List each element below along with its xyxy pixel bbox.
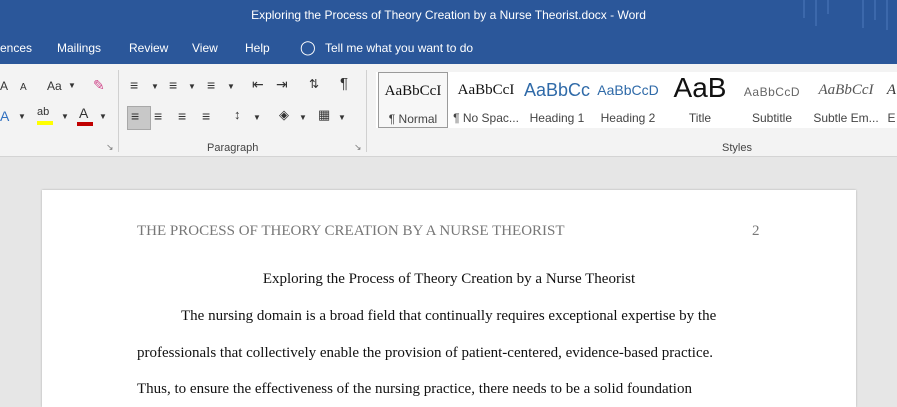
menu-bar: ences Mailings Review View Help ◯ Tell m… <box>0 32 897 64</box>
tab-mailings[interactable]: Mailings <box>57 41 101 55</box>
ribbon-separator <box>366 70 367 152</box>
chevron-down-icon[interactable]: ▼ <box>253 111 261 125</box>
body-line[interactable]: professionals that collectively enable t… <box>137 345 713 362</box>
style-title[interactable]: AaB Title <box>666 72 734 128</box>
style-name: E <box>887 111 896 125</box>
tab-help[interactable]: Help <box>245 41 270 55</box>
justify-icon[interactable]: ≡ <box>202 109 210 123</box>
style-name: Title <box>688 111 712 125</box>
style-sample: AaBbCcI <box>384 83 442 99</box>
title-bar-decoration <box>803 0 805 18</box>
font-color-swatch <box>77 122 93 126</box>
bullets-icon[interactable]: ≡ <box>130 78 138 92</box>
running-head[interactable]: THE PROCESS OF THEORY CREATION BY A NURS… <box>137 223 565 240</box>
style-name: ¶ No Spac... <box>453 111 519 125</box>
style-name: Subtle Em... <box>813 111 879 125</box>
line-spacing-icon[interactable]: ↕ <box>234 108 241 122</box>
style-sample: AaB <box>673 72 727 103</box>
page-number[interactable]: 2 <box>752 223 760 240</box>
tab-references[interactable]: ences <box>0 41 32 55</box>
tab-view[interactable]: View <box>192 41 218 55</box>
highlight-color-swatch <box>37 121 53 125</box>
chevron-down-icon[interactable]: ▼ <box>61 110 69 124</box>
document-page[interactable]: THE PROCESS OF THEORY CREATION BY A NURS… <box>42 190 856 407</box>
paragraph-dialog-launcher-icon[interactable]: ↘ <box>354 142 362 153</box>
shading-icon[interactable]: ◈ <box>279 108 289 122</box>
chevron-down-icon[interactable]: ▼ <box>99 110 107 124</box>
highlight-icon[interactable]: ab <box>37 105 49 119</box>
chevron-down-icon[interactable]: ▼ <box>68 79 76 93</box>
chevron-down-icon[interactable]: ▼ <box>151 80 159 94</box>
styles-group-label: Styles <box>722 142 752 154</box>
decrease-indent-icon[interactable]: ⇤ <box>252 77 264 91</box>
window-title: Exploring the Process of Theory Creation… <box>251 8 646 22</box>
tell-me-search[interactable]: Tell me what you want to do <box>325 41 473 55</box>
align-left-icon[interactable]: ≡ <box>131 109 139 123</box>
document-title[interactable]: Exploring the Process of Theory Creation… <box>42 271 856 288</box>
text-effects-icon[interactable]: A <box>0 109 9 123</box>
styles-gallery: AaBbCcI ¶ Normal AaBbCcI ¶ No Spac... Aa… <box>376 72 897 128</box>
title-bar: Exploring the Process of Theory Creation… <box>0 0 897 32</box>
style-heading-2[interactable]: AaBbCcD Heading 2 <box>595 72 661 128</box>
chevron-down-icon[interactable]: ▼ <box>18 110 26 124</box>
style-name: Subtitle <box>751 111 793 125</box>
clear-formatting-icon[interactable]: ✎ <box>93 78 105 92</box>
style-no-spacing[interactable]: AaBbCcI ¶ No Spac... <box>451 72 521 128</box>
sort-icon[interactable]: ⇅ <box>309 77 319 91</box>
multilevel-list-icon[interactable]: ≡ <box>207 78 215 92</box>
style-subtle-emphasis[interactable]: AaBbCcI Subtle Em... <box>810 72 882 128</box>
font-dialog-launcher-icon[interactable]: ↘ <box>106 142 114 153</box>
title-bar-decoration <box>886 0 888 30</box>
align-right-icon[interactable]: ≡ <box>178 109 186 123</box>
numbering-icon[interactable]: ≡ <box>169 78 177 92</box>
style-sample: A <box>886 82 897 98</box>
style-name: Heading 1 <box>529 111 585 125</box>
style-name: ¶ Normal <box>388 112 438 126</box>
style-sample: AaBbCcI <box>818 82 874 98</box>
style-sample: AaBbCcI <box>457 82 515 98</box>
chevron-down-icon[interactable]: ▼ <box>188 80 196 94</box>
increase-font-icon[interactable]: A <box>0 79 8 93</box>
borders-icon[interactable]: ▦ <box>318 108 330 122</box>
font-color-icon[interactable]: A <box>79 106 88 120</box>
show-formatting-marks-icon[interactable]: ¶ <box>340 76 348 91</box>
style-sample: AaBbCcD <box>597 82 659 98</box>
paragraph-group-label: Paragraph <box>207 142 259 154</box>
style-sample: AaBbCc <box>524 80 590 100</box>
body-line[interactable]: The nursing domain is a broad field that… <box>181 308 716 325</box>
title-bar-decoration <box>874 0 876 20</box>
title-bar-decoration <box>827 0 829 14</box>
tab-review[interactable]: Review <box>129 41 168 55</box>
align-center-icon[interactable]: ≡ <box>154 109 162 123</box>
style-subtitle[interactable]: AaBbCcD Subtitle <box>738 72 806 128</box>
body-line[interactable]: Thus, to ensure the effectiveness of the… <box>137 381 692 398</box>
style-emphasis[interactable]: A E <box>886 72 897 128</box>
ribbon: A A Aa ▼ ✎ A ▼ ab ▼ A ▼ ↘ ≡ ▼ ≡ ▼ ≡ ▼ ⇤ … <box>0 64 897 157</box>
style-heading-1[interactable]: AaBbCc Heading 1 <box>524 72 590 128</box>
title-bar-decoration <box>815 0 817 26</box>
decrease-font-icon[interactable]: A <box>20 81 27 95</box>
style-normal[interactable]: AaBbCcI ¶ Normal <box>378 72 448 128</box>
ribbon-separator <box>118 70 119 152</box>
lightbulb-icon[interactable]: ◯ <box>300 39 316 56</box>
increase-indent-icon[interactable]: ⇥ <box>276 77 288 91</box>
chevron-down-icon[interactable]: ▼ <box>299 111 307 125</box>
chevron-down-icon[interactable]: ▼ <box>227 80 235 94</box>
change-case-icon[interactable]: Aa <box>47 79 62 93</box>
style-name: Heading 2 <box>600 111 656 125</box>
title-bar-decoration <box>862 0 864 28</box>
chevron-down-icon[interactable]: ▼ <box>338 111 346 125</box>
style-sample: AaBbCcD <box>743 85 801 99</box>
